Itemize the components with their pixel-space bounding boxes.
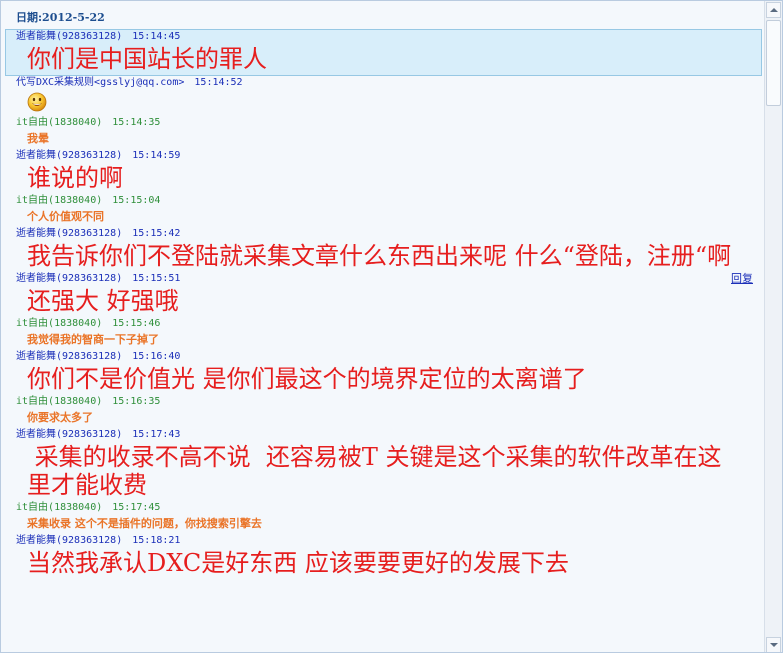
message-meta: it自由(1838040) 15:16:35 xyxy=(1,395,764,408)
message-meta: 逝者能舞(928363128) 15:18:21 xyxy=(1,534,764,547)
sender-id: (928363128) xyxy=(56,273,123,284)
message-item[interactable]: 逝者能舞(928363128) 15:14:59 谁说的啊 xyxy=(1,149,764,194)
message-text: 我晕 xyxy=(27,132,49,145)
message-meta: 代写DXC采集规则<gsslyj@qq.com> 15:14:52 xyxy=(1,76,764,89)
sender-name: it自由 xyxy=(16,502,49,513)
message-meta: 逝者能舞(928363128) 15:15:42 xyxy=(1,227,764,240)
sender-name: 代写DXC采集规则<gsslyj@qq.com> xyxy=(16,77,185,88)
sender-name: it自由 xyxy=(16,396,49,407)
message-time: 15:18:21 xyxy=(132,535,181,546)
message-time: 15:14:59 xyxy=(132,150,181,161)
chevron-up-icon xyxy=(769,8,778,12)
message-text: 个人价值观不同 xyxy=(27,210,104,223)
message-time: 15:15:04 xyxy=(112,195,161,206)
message-meta: 逝者能舞(928363128) 15:14:45 xyxy=(6,30,761,43)
sender-id: (1838040) xyxy=(48,502,103,513)
message-text: 你们是中国站长的罪人 xyxy=(27,45,267,73)
message-text: 你要求太多了 xyxy=(27,411,93,424)
sender-id: (1838040) xyxy=(48,117,103,128)
scroll-up-button[interactable] xyxy=(766,2,781,18)
message-text: 你们不是价值光 是你们最这个的境界定位的太离谱了 xyxy=(27,365,587,393)
message-text: 我告诉你们不登陆就采集文章什么东西出来呢 什么“登陆，注册“啊 xyxy=(27,242,732,270)
sender-id: (928363128) xyxy=(56,150,123,161)
sender-id: (928363128) xyxy=(56,535,123,546)
scroll-thumb[interactable] xyxy=(766,20,781,106)
smile-icon xyxy=(27,92,47,112)
message-emoji xyxy=(1,89,764,116)
message-time: 15:15:42 xyxy=(132,228,181,239)
message-text: 采集收录 这个不是插件的问题，你找搜索引擎去 xyxy=(27,517,262,530)
message-log[interactable]: 逝者能舞(928363128) 15:14:45 你们是中国站长的罪人 代写DX… xyxy=(1,29,764,652)
message-meta: it自由(1838040) 15:14:35 xyxy=(1,116,764,129)
message-item[interactable]: 逝者能舞(928363128) 15:17:43 采集的收录不高不说 还容易被T… xyxy=(1,428,764,501)
message-text: 我觉得我的智商一下子掉了 xyxy=(27,333,159,346)
message-item[interactable]: it自由(1838040) 15:14:35 我晕 xyxy=(1,116,764,149)
chat-history-window: 日期:2012-5-22 逝者能舞(928363128) 15:14:45 你们… xyxy=(0,0,783,653)
message-time: 15:16:40 xyxy=(132,351,181,362)
message-meta: 逝者能舞(928363128) 15:16:40 xyxy=(1,350,764,363)
message-time: 15:15:51 xyxy=(132,273,181,284)
message-item[interactable]: 逝者能舞(928363128) 15:15:42 我告诉你们不登陆就采集文章什么… xyxy=(1,227,764,272)
sender-id: (1838040) xyxy=(48,318,103,329)
sender-name: 逝者能舞 xyxy=(16,31,56,42)
message-time: 15:15:46 xyxy=(112,318,161,329)
sender-name: 逝者能舞 xyxy=(16,429,56,440)
message-item[interactable]: 逝者能舞(928363128) 15:14:45 你们是中国站长的罪人 xyxy=(5,29,762,76)
sender-id: (928363128) xyxy=(56,351,123,362)
sender-name: 逝者能舞 xyxy=(16,150,56,161)
chevron-down-icon xyxy=(769,643,778,647)
scroll-down-button[interactable] xyxy=(766,637,781,652)
message-item[interactable]: 逝者能舞(928363128) 15:15:51 回复 还强大 好强哦 xyxy=(1,272,764,317)
sender-id: (1838040) xyxy=(48,396,103,407)
message-item[interactable]: 代写DXC采集规则<gsslyj@qq.com> 15:14:52 xyxy=(1,76,764,116)
message-text: 谁说的啊 xyxy=(27,164,123,192)
message-text: 当然我承认DXC是好东西 应该要要更好的发展下去 xyxy=(27,549,569,577)
message-time: 15:17:45 xyxy=(112,502,161,513)
message-text: 采集的收录不高不说 还容易被T 关键是这个采集的软件改革在这里才能收费 xyxy=(27,443,722,499)
message-time: 15:16:35 xyxy=(112,396,161,407)
sender-name: 逝者能舞 xyxy=(16,351,56,362)
message-time: 15:14:35 xyxy=(112,117,161,128)
sender-name: 逝者能舞 xyxy=(16,535,56,546)
message-item[interactable]: it自由(1838040) 15:17:45 采集收录 这个不是插件的问题，你找… xyxy=(1,501,764,534)
sender-name: it自由 xyxy=(16,318,49,329)
message-meta: it自由(1838040) 15:17:45 xyxy=(1,501,764,514)
message-item[interactable]: it自由(1838040) 15:15:04 个人价值观不同 xyxy=(1,194,764,227)
date-header: 日期:2012-5-22 xyxy=(1,1,764,29)
message-meta: 逝者能舞(928363128) 15:17:43 xyxy=(1,428,764,441)
message-item[interactable]: it自由(1838040) 15:16:35 你要求太多了 xyxy=(1,395,764,428)
message-meta: 逝者能舞(928363128) 15:15:51 xyxy=(1,272,764,285)
sender-id: (928363128) xyxy=(56,31,123,42)
message-meta: it自由(1838040) 15:15:04 xyxy=(1,194,764,207)
message-item[interactable]: it自由(1838040) 15:15:46 我觉得我的智商一下子掉了 xyxy=(1,317,764,350)
sender-name: it自由 xyxy=(16,195,49,206)
message-meta: it自由(1838040) 15:15:46 xyxy=(1,317,764,330)
vertical-scrollbar[interactable] xyxy=(764,1,782,652)
sender-id: (1838040) xyxy=(48,195,103,206)
message-item[interactable]: 逝者能舞(928363128) 15:18:21 当然我承认DXC是好东西 应该… xyxy=(1,534,764,579)
sender-id: (928363128) xyxy=(56,429,123,440)
message-time: 15:14:52 xyxy=(194,77,243,88)
message-item[interactable]: 逝者能舞(928363128) 15:16:40 你们不是价值光 是你们最这个的… xyxy=(1,350,764,395)
sender-name: 逝者能舞 xyxy=(16,228,56,239)
message-time: 15:17:43 xyxy=(132,429,181,440)
sender-name: it自由 xyxy=(16,117,49,128)
message-text: 还强大 好强哦 xyxy=(27,287,179,315)
sender-name: 逝者能舞 xyxy=(16,273,56,284)
sender-id: (928363128) xyxy=(56,228,123,239)
message-meta: 逝者能舞(928363128) 15:14:59 xyxy=(1,149,764,162)
message-time: 15:14:45 xyxy=(132,31,181,42)
reply-link[interactable]: 回复 xyxy=(731,272,753,285)
